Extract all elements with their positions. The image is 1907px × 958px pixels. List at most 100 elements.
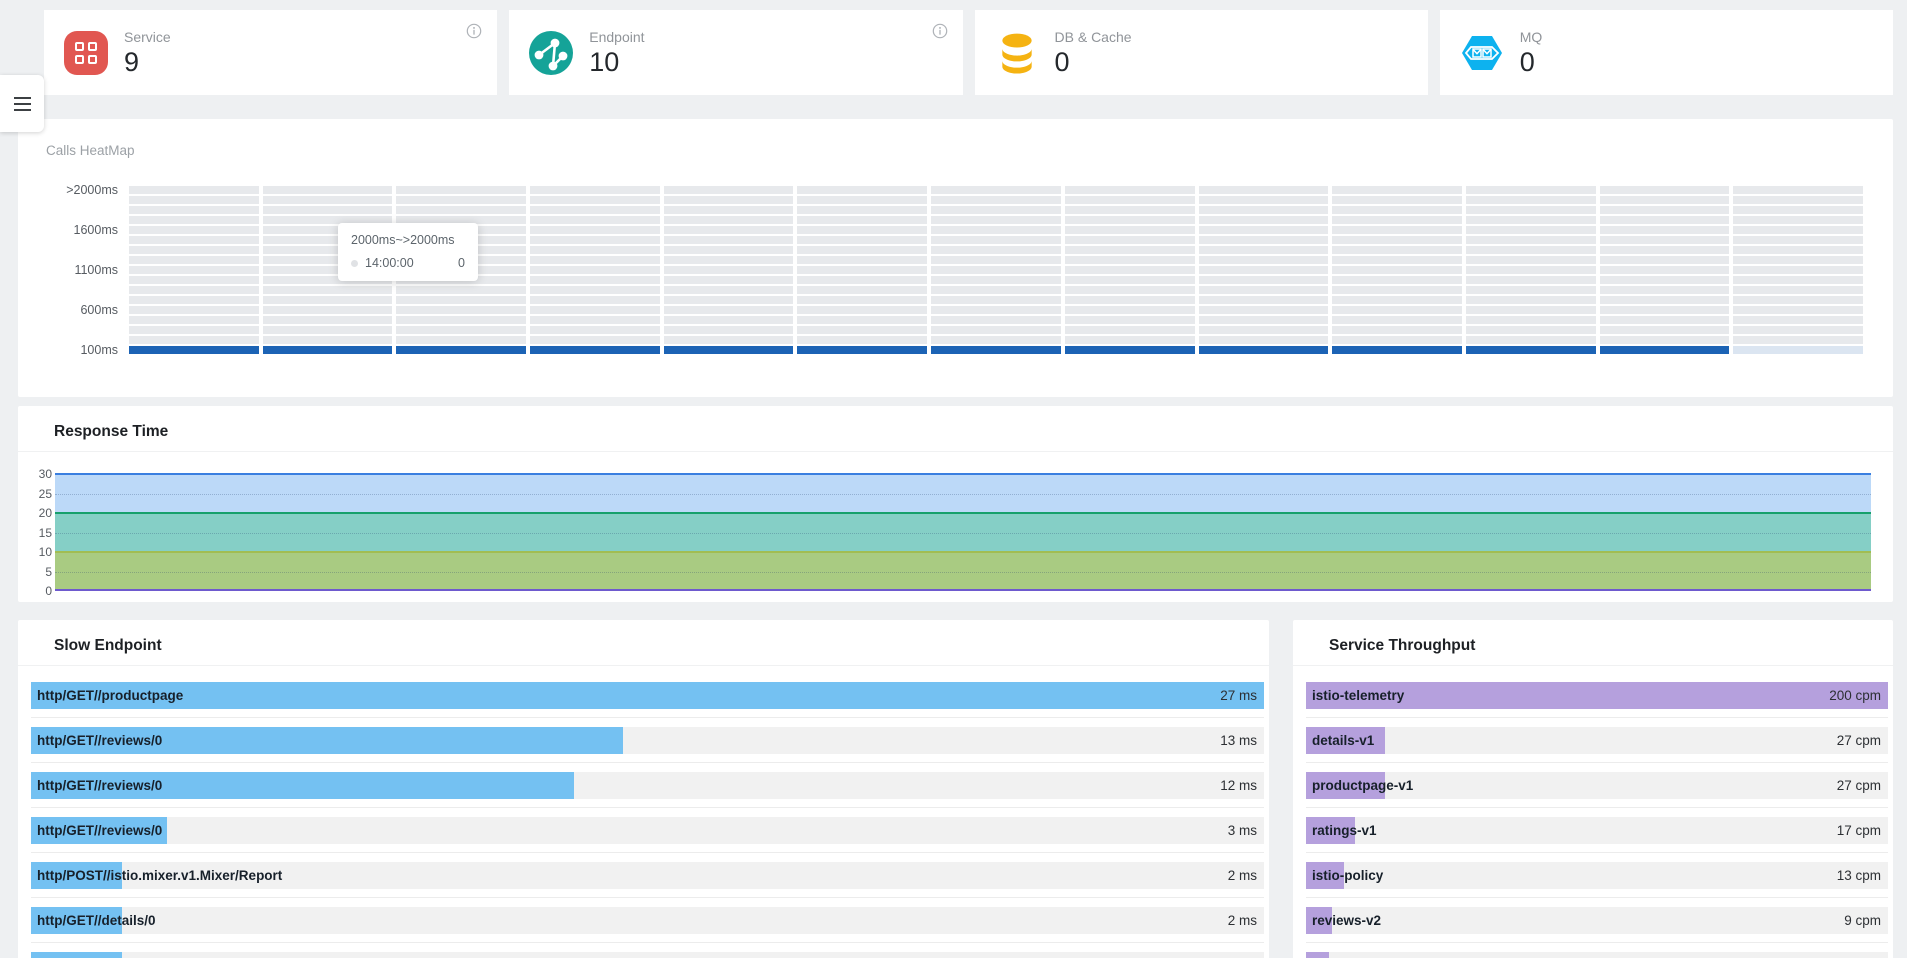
heatmap-cell[interactable] xyxy=(1466,286,1596,294)
service-throughput-row[interactable]: reviews-v29 cpm xyxy=(1306,907,1888,943)
heatmap-cell[interactable] xyxy=(1332,326,1462,334)
slow-endpoint-row[interactable] xyxy=(31,952,1264,958)
heatmap-cell[interactable] xyxy=(931,246,1061,254)
heatmap-cell[interactable] xyxy=(1600,236,1730,244)
heatmap-cell[interactable] xyxy=(1199,276,1329,284)
heatmap-cell[interactable] xyxy=(1733,306,1863,314)
heatmap-cell[interactable] xyxy=(797,226,927,234)
heatmap-cell[interactable] xyxy=(931,346,1061,354)
heatmap-cell[interactable] xyxy=(664,336,794,344)
heatmap-cell[interactable] xyxy=(530,266,660,274)
heatmap-cell[interactable] xyxy=(1600,266,1730,274)
heatmap-cell[interactable] xyxy=(931,276,1061,284)
heatmap-cell[interactable] xyxy=(1199,296,1329,304)
heatmap-cell[interactable] xyxy=(1466,236,1596,244)
heatmap-cell[interactable] xyxy=(1733,326,1863,334)
heatmap-cell[interactable] xyxy=(931,336,1061,344)
heatmap-cell[interactable] xyxy=(263,316,393,324)
heatmap-cell[interactable] xyxy=(1466,336,1596,344)
heatmap-cell[interactable] xyxy=(1065,296,1195,304)
heatmap-cell[interactable] xyxy=(1065,186,1195,194)
heatmap-cell[interactable] xyxy=(664,296,794,304)
heatmap-cell[interactable] xyxy=(396,196,526,204)
heatmap-cell[interactable] xyxy=(1065,226,1195,234)
heatmap-cell[interactable] xyxy=(1199,246,1329,254)
heatmap-cell[interactable] xyxy=(664,196,794,204)
heatmap-cell[interactable] xyxy=(1733,296,1863,304)
heatmap-cell[interactable] xyxy=(1466,246,1596,254)
heatmap-cell[interactable] xyxy=(530,346,660,354)
heatmap-cell[interactable] xyxy=(664,346,794,354)
heatmap-cell[interactable] xyxy=(1600,246,1730,254)
heatmap-cell[interactable] xyxy=(1600,196,1730,204)
heatmap-cell[interactable] xyxy=(797,316,927,324)
heatmap-cell[interactable] xyxy=(664,186,794,194)
heatmap-cell[interactable] xyxy=(530,286,660,294)
stat-card-mq[interactable]: MQ 0 xyxy=(1440,10,1893,95)
heatmap-cell[interactable] xyxy=(664,306,794,314)
heatmap-cell[interactable] xyxy=(1733,206,1863,214)
slow-endpoint-row[interactable]: http/GET//reviews/03 ms xyxy=(31,817,1264,853)
heatmap-cell[interactable] xyxy=(530,296,660,304)
heatmap-cell[interactable] xyxy=(1466,346,1596,354)
heatmap-cell[interactable] xyxy=(931,326,1061,334)
heatmap-cell[interactable] xyxy=(1332,336,1462,344)
heatmap-cell[interactable] xyxy=(797,346,927,354)
heatmap-cell[interactable] xyxy=(396,346,526,354)
heatmap-cell[interactable] xyxy=(1733,246,1863,254)
heatmap-cell[interactable] xyxy=(129,236,259,244)
heatmap-cell[interactable] xyxy=(931,226,1061,234)
heatmap-cell[interactable] xyxy=(129,276,259,284)
heatmap-cell[interactable] xyxy=(931,296,1061,304)
heatmap-cell[interactable] xyxy=(1332,196,1462,204)
heatmap-cell[interactable] xyxy=(1199,306,1329,314)
heatmap-cell[interactable] xyxy=(129,286,259,294)
heatmap-cell[interactable] xyxy=(1065,326,1195,334)
heatmap-cell[interactable] xyxy=(1733,316,1863,324)
stat-card-service[interactable]: Service 9 xyxy=(44,10,497,95)
heatmap-cell[interactable] xyxy=(1065,236,1195,244)
heatmap-cell[interactable] xyxy=(530,186,660,194)
heatmap-cell[interactable] xyxy=(664,216,794,224)
heatmap-cell[interactable] xyxy=(931,216,1061,224)
heatmap-cell[interactable] xyxy=(1332,316,1462,324)
heatmap-cell[interactable] xyxy=(263,336,393,344)
heatmap-cell[interactable] xyxy=(530,236,660,244)
heatmap-cell[interactable] xyxy=(129,186,259,194)
heatmap-cell[interactable] xyxy=(1065,206,1195,214)
heatmap-cell[interactable] xyxy=(263,206,393,214)
heatmap-cell[interactable] xyxy=(931,306,1061,314)
heatmap-cell[interactable] xyxy=(931,266,1061,274)
heatmap-cell[interactable] xyxy=(797,286,927,294)
heatmap-cell[interactable] xyxy=(263,286,393,294)
heatmap-cell[interactable] xyxy=(1466,206,1596,214)
heatmap-cell[interactable] xyxy=(396,316,526,324)
slow-endpoint-row[interactable]: http/GET//reviews/012 ms xyxy=(31,772,1264,808)
heatmap-cell[interactable] xyxy=(1332,276,1462,284)
heatmap-cell[interactable] xyxy=(1733,286,1863,294)
heatmap-cell[interactable] xyxy=(263,296,393,304)
heatmap-cell[interactable] xyxy=(1733,346,1863,354)
heatmap-cell[interactable] xyxy=(664,276,794,284)
heatmap-cell[interactable] xyxy=(1733,186,1863,194)
heatmap-cell[interactable] xyxy=(263,306,393,314)
heatmap-cell[interactable] xyxy=(1332,306,1462,314)
heatmap-cell[interactable] xyxy=(1600,316,1730,324)
heatmap-cell[interactable] xyxy=(1733,236,1863,244)
heatmap-cell[interactable] xyxy=(396,306,526,314)
heatmap-cell[interactable] xyxy=(1733,256,1863,264)
heatmap-cell[interactable] xyxy=(1199,196,1329,204)
heatmap-cell[interactable] xyxy=(1466,276,1596,284)
heatmap-cell[interactable] xyxy=(1466,316,1596,324)
heatmap-cell[interactable] xyxy=(530,226,660,234)
slow-endpoint-row[interactable]: http/GET//reviews/013 ms xyxy=(31,727,1264,763)
heatmap-cell[interactable] xyxy=(1065,276,1195,284)
slow-endpoint-row[interactable]: http/GET//productpage27 ms xyxy=(31,682,1264,718)
heatmap-cell[interactable] xyxy=(797,216,927,224)
heatmap-cell[interactable] xyxy=(1332,246,1462,254)
heatmap-cell[interactable] xyxy=(129,196,259,204)
heatmap-cell[interactable] xyxy=(263,196,393,204)
heatmap-cell[interactable] xyxy=(931,286,1061,294)
heatmap-cell[interactable] xyxy=(1065,306,1195,314)
heatmap-cell[interactable] xyxy=(1466,186,1596,194)
